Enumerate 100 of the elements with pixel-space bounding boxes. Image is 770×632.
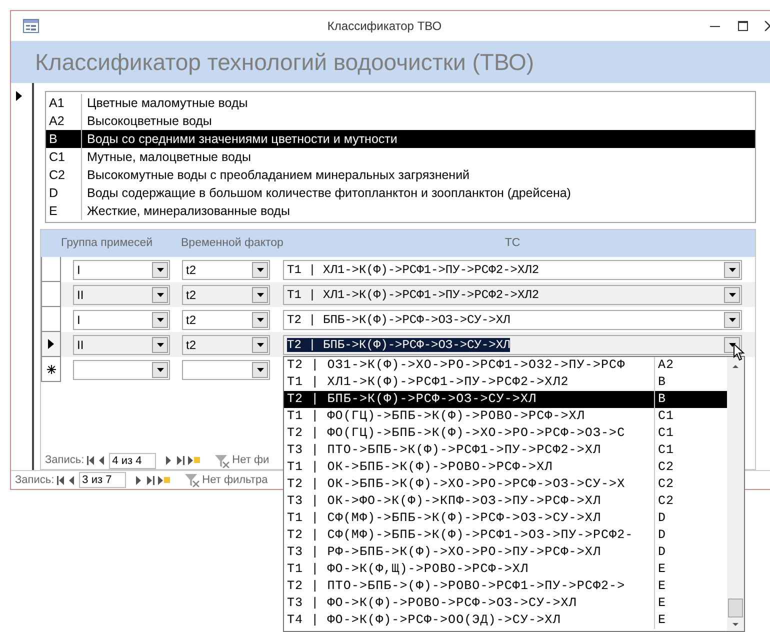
current-record-icon: [47, 338, 55, 350]
dropdown-list[interactable]: [283, 356, 745, 632]
list-item[interactable]: D Воды содержащие в большом количестве фитопланктон и зоопланктон (дрейсена): [46, 184, 755, 202]
dropdown-option[interactable]: T2 | ПТО->БПБ->(Ф)->РОВО->РСФ1->ПУ->РСФ2-> E: [284, 578, 727, 595]
item-code: E: [46, 202, 82, 220]
option-tc: T3 | РФ->БПБ->К(Ф)->ХО->РО->ПУ->РСФ->ХЛ: [284, 544, 655, 561]
dropdown-arrow-icon[interactable]: [156, 290, 164, 298]
option-code: D: [657, 527, 666, 544]
dropdown-option[interactable]: T2 | ОК->БПБ->К(Ф)->ХО->РО->РСФ->ОЗ->СУ->Х C2: [284, 476, 727, 493]
list-item[interactable]: C1 Мутные, малоцветные воды: [46, 148, 755, 166]
form-icon: [23, 19, 39, 33]
option-tc: T3 | ФО->К(Ф)->РОВО->РСФ->ОЗ->СУ->ХЛ: [284, 595, 655, 612]
dropdown-option[interactable]: T1 | ФО(ГЦ)->БПБ->К(Ф)->РОВО->РСФ->ХЛ C1: [284, 408, 727, 425]
option-tc: T1 | ФО->К(Ф,Щ)->РОВО->РСФ->ХЛ: [284, 561, 655, 578]
time-factor-field[interactable]: t2: [182, 260, 270, 280]
dropdown-option[interactable]: T3 | РФ->БПБ->К(Ф)->ХО->РО->ПУ->РСФ->ХЛ D: [284, 544, 727, 561]
option-code: E: [657, 578, 666, 596]
group-field[interactable]: I: [73, 310, 170, 330]
dropdown-option[interactable]: T4 | ФО->К(Ф)->РСФ->ОО(ЭД)->СУ->ХЛ E: [284, 612, 727, 629]
option-code: C1: [657, 442, 674, 460]
group-field[interactable]: I: [73, 260, 170, 280]
column-header: Группа примесей: [61, 236, 153, 249]
group-field[interactable]: [73, 360, 170, 380]
window-title: Классификатор ТВО: [326, 18, 443, 35]
list-item[interactable]: A1 Цветные маломутные воды: [46, 94, 755, 112]
record-selector[interactable]: [41, 332, 61, 357]
dropdown-option[interactable]: T1 | ФО->К(Ф,Щ)->РОВО->РСФ->ХЛ E: [284, 561, 727, 578]
mouse-cursor-icon: [733, 343, 745, 361]
option-code: D: [657, 510, 666, 528]
first-record-icon[interactable]: [57, 476, 66, 484]
last-record-icon[interactable]: [147, 476, 156, 484]
scrollbar[interactable]: [727, 357, 744, 631]
tc-field[interactable]: T1 | ХЛ1->К(Ф)->РСФ1->ПУ->РСФ2->ХЛ2: [283, 284, 742, 304]
option-code: B: [657, 391, 666, 408]
option-code: C2: [657, 459, 674, 476]
category-list[interactable]: [45, 91, 756, 223]
item-name: Воды содержащие в большом количестве фитопланктон и зоопланктон (дрейсена): [86, 184, 571, 202]
option-tc: T2 | ФО(ГЦ)->БПБ->К(Ф)->ХО->РО->РСФ->ОЗ->С: [284, 425, 655, 442]
group-field[interactable]: II: [73, 284, 170, 304]
next-record-icon[interactable]: [166, 456, 172, 465]
record-number-field[interactable]: 4 из 4: [109, 452, 156, 468]
tc-field[interactable]: T2 | БПБ->К(Ф)->РСФ->ОЗ->СУ->ХЛ: [283, 310, 742, 330]
option-tc: T1 | СФ(МФ)->БПБ->К(Ф)->РСФ->ОЗ->СУ->ХЛ: [284, 510, 655, 527]
time-factor-field[interactable]: t2: [182, 334, 270, 354]
dropdown-arrow-icon[interactable]: [156, 266, 164, 274]
dropdown-option[interactable]: T3 | ФО->К(Ф)->РОВО->РСФ->ОЗ->СУ->ХЛ E: [284, 595, 727, 612]
time-factor-field[interactable]: t2: [182, 310, 270, 330]
dropdown-arrow-icon[interactable]: [256, 316, 264, 324]
list-item[interactable]: C2 Высокомутные воды с преобладанием минеральных загрязнений: [46, 166, 755, 184]
record-selector[interactable]: [41, 357, 61, 382]
new-record-icon[interactable]: [188, 456, 200, 465]
list-item[interactable]: E Жесткие, минерализованные воды: [46, 202, 755, 220]
group-field[interactable]: II: [73, 334, 170, 354]
dropdown-option[interactable]: T2 | БПБ->К(Ф)->РСФ->ОЗ->СУ->ХЛ B: [284, 391, 727, 408]
previous-record-icon[interactable]: [69, 476, 76, 484]
dropdown-option[interactable]: T3 | ПТО->БПБ->К(Ф)->РСФ1->ПУ->РСФ2->ХЛ C1: [284, 442, 727, 459]
dropdown-option[interactable]: T1 | ОК->БПБ->К(Ф)->РОВО->РСФ->ХЛ C2: [284, 459, 727, 476]
dropdown-arrow-icon[interactable]: [728, 266, 736, 274]
item-name: Мутные, малоцветные воды: [86, 148, 251, 166]
item-code: C2: [46, 166, 82, 184]
item-code: C1: [46, 148, 82, 166]
new-record-icon[interactable]: [158, 476, 170, 484]
dropdown-arrow-icon[interactable]: [156, 340, 164, 348]
dropdown-arrow-icon[interactable]: [156, 316, 164, 324]
dropdown-arrow-icon[interactable]: [728, 316, 736, 324]
close-icon[interactable]: [765, 21, 770, 31]
time-factor-field[interactable]: t2: [182, 284, 270, 304]
item-name: Цветные маломутные воды: [86, 94, 248, 112]
dropdown-arrow-icon[interactable]: [256, 266, 264, 274]
dropdown-arrow-icon[interactable]: [256, 290, 264, 298]
option-tc: T2 | ОК->БПБ->К(Ф)->ХО->РО->РСФ->ОЗ->СУ->Х: [284, 476, 655, 493]
dropdown-option[interactable]: T1 | СФ(МФ)->БПБ->К(Ф)->РСФ->ОЗ->СУ->ХЛ D: [284, 510, 727, 527]
option-tc: T3 | ОК->ФО->К(Ф)->КПФ->ОЗ->ПУ->РСФ->ХЛ: [284, 493, 655, 510]
option-code: E: [657, 561, 666, 578]
filter-status: Нет фи: [232, 453, 270, 468]
dropdown-option[interactable]: T2 | ФО(ГЦ)->БПБ->К(Ф)->ХО->РО->РСФ->ОЗ->С C1: [284, 425, 727, 442]
time-factor-field[interactable]: [182, 360, 270, 380]
record-pointer-icon[interactable]: [15, 90, 23, 102]
dropdown-arrow-icon[interactable]: [156, 366, 164, 374]
option-tc: T2 | СФ(МФ)->БПБ->К(Ф)->РСФ1->ОЗ->ПУ->РСФ2-: [284, 527, 655, 544]
tc-field[interactable]: T2 | БПБ->К(Ф)->РСФ->ОЗ->СУ->ХЛ: [283, 334, 742, 354]
first-record-icon[interactable]: [87, 456, 96, 465]
record-number-field[interactable]: 3 из 7: [79, 472, 126, 488]
tc-field[interactable]: T1 | ХЛ1->К(Ф)->РСФ1->ПУ->РСФ2->ХЛ2: [283, 260, 742, 280]
last-record-icon[interactable]: [177, 456, 186, 465]
dropdown-arrow-icon[interactable]: [728, 290, 736, 298]
next-record-icon[interactable]: [136, 476, 142, 484]
maximize-icon[interactable]: [738, 21, 748, 31]
option-code: E: [657, 612, 666, 630]
dropdown-arrow-icon[interactable]: [256, 340, 264, 348]
list-item[interactable]: B Воды со средними значениями цветности и мутности: [46, 130, 755, 148]
option-code: A2: [657, 357, 674, 374]
previous-record-icon[interactable]: [99, 456, 106, 465]
dropdown-option[interactable]: T2 | СФ(МФ)->БПБ->К(Ф)->РСФ1->ОЗ->ПУ->РСФ2- D: [284, 527, 727, 544]
form-heading: Классификатор технологий водоочистки (ТВО): [35, 48, 534, 77]
dropdown-option[interactable]: T3 | ОК->ФО->К(Ф)->КПФ->ОЗ->ПУ->РСФ->ХЛ C2: [284, 493, 727, 510]
record-label: Запись:: [15, 472, 54, 488]
dropdown-option[interactable]: T2 | ОЗ1->К(Ф)->ХО->РО->РСФ1->ОЗ2->ПУ->РСФ A2: [284, 357, 727, 374]
filter-icon: [184, 473, 200, 487]
dropdown-arrow-icon[interactable]: [256, 366, 264, 374]
